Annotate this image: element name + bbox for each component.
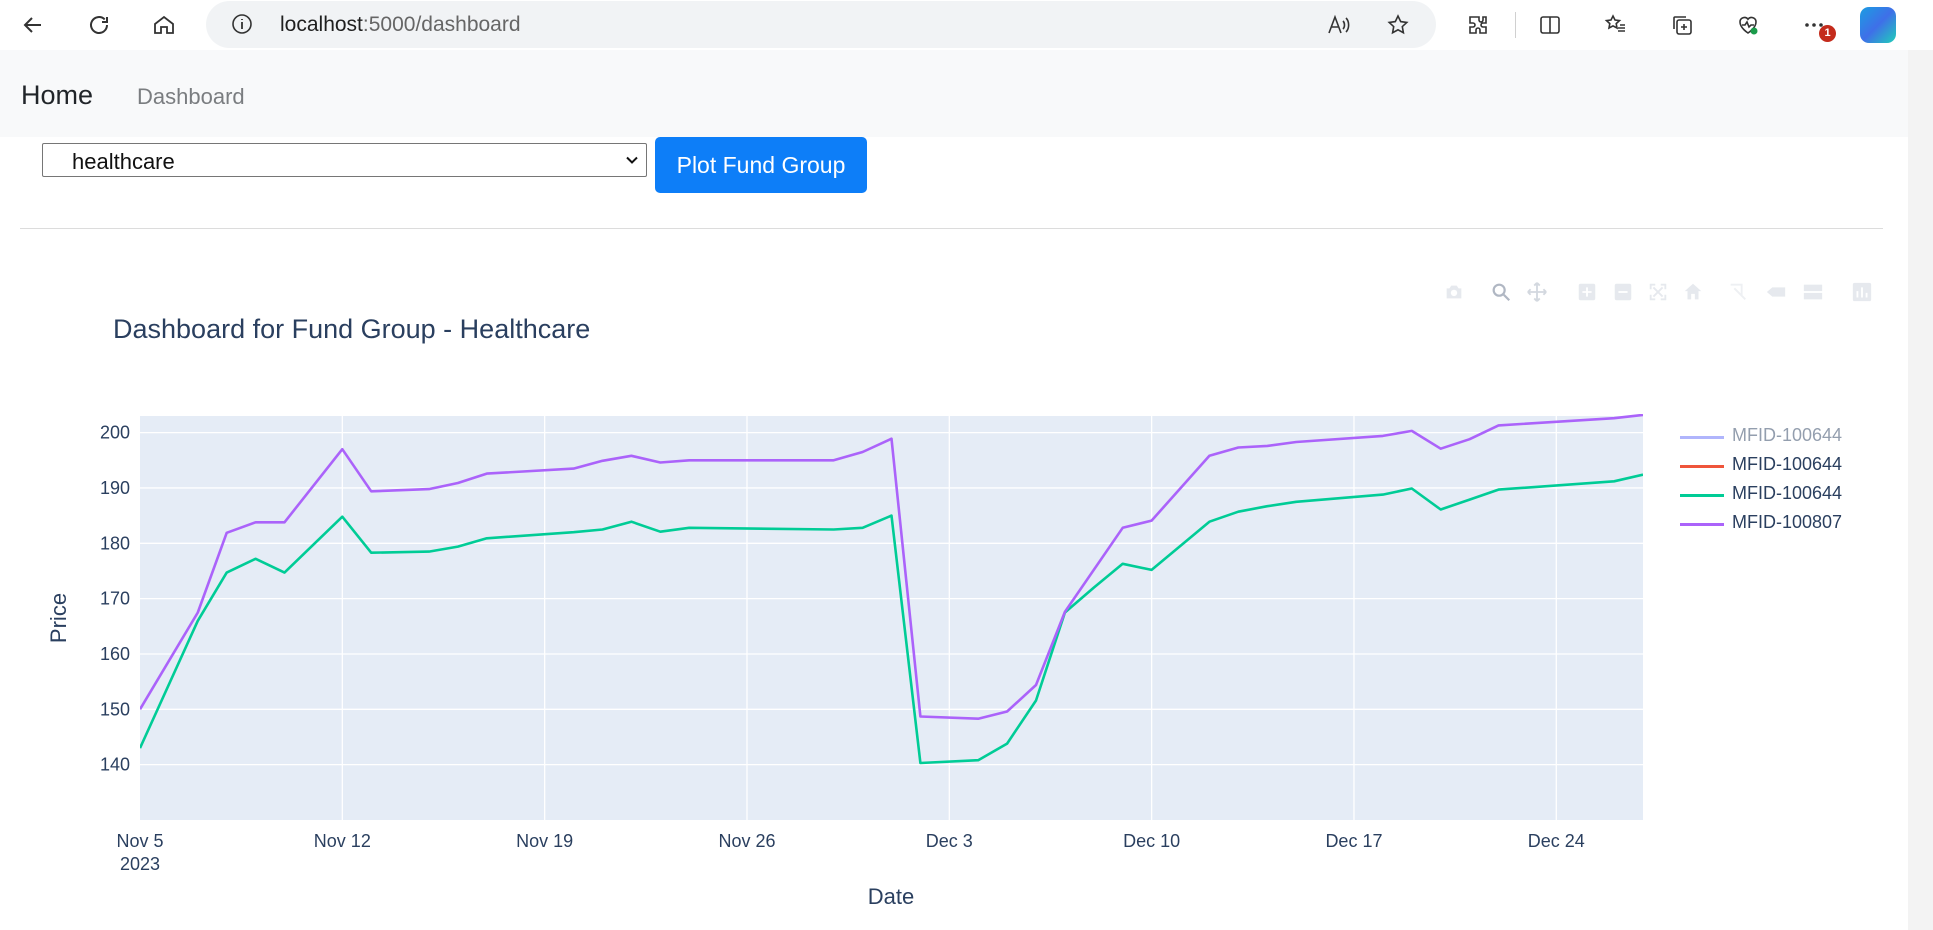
x-tick-label: Dec 17 xyxy=(1325,831,1382,851)
legend-swatch xyxy=(1680,465,1724,468)
y-tick-label: 200 xyxy=(100,423,130,443)
x-tick-year-label: 2023 xyxy=(120,854,160,874)
x-tick-label: Dec 10 xyxy=(1123,831,1180,851)
y-tick-label: 160 xyxy=(100,644,130,664)
legend-item[interactable]: MFID-100644 xyxy=(1680,425,1900,449)
legend-swatch xyxy=(1680,494,1724,497)
y-tick-label: 150 xyxy=(100,699,130,719)
legend-label: MFID-100644 xyxy=(1732,454,1843,474)
x-tick-label: Nov 19 xyxy=(516,831,573,851)
y-axis-label: Price xyxy=(46,593,71,643)
y-tick-label: 190 xyxy=(100,478,130,498)
legend-swatch xyxy=(1680,523,1724,526)
legend-label: MFID-100644 xyxy=(1732,483,1843,503)
legend-item[interactable]: MFID-100644 xyxy=(1680,454,1900,478)
x-tick-label: Nov 5 xyxy=(116,831,163,851)
x-tick-label: Nov 26 xyxy=(718,831,775,851)
x-tick-label: Dec 24 xyxy=(1528,831,1585,851)
y-tick-label: 170 xyxy=(100,589,130,609)
plot-area[interactable] xyxy=(140,416,1643,820)
y-tick-label: 180 xyxy=(100,533,130,553)
legend-item[interactable]: MFID-100807 xyxy=(1680,512,1900,536)
legend-item[interactable]: MFID-100644 xyxy=(1680,483,1900,507)
x-tick-label: Nov 12 xyxy=(314,831,371,851)
line-chart[interactable]: 200 190 180 170 160 150 140 Nov 5 2023 Nov 12 Nov … xyxy=(0,0,1933,930)
y-tick-label: 140 xyxy=(100,755,130,775)
legend-swatch xyxy=(1680,436,1724,439)
legend-label: MFID-100644 xyxy=(1732,425,1843,445)
x-tick-label: Dec 3 xyxy=(926,831,973,851)
legend-label: MFID-100807 xyxy=(1732,512,1843,532)
x-axis-label: Date xyxy=(868,884,914,909)
